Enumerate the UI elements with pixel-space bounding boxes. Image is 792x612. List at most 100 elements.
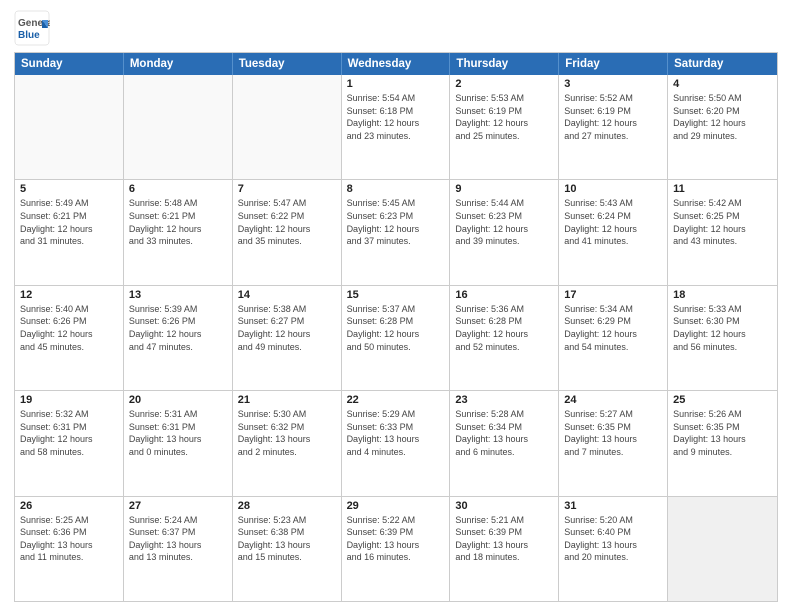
- day-number: 26: [20, 500, 118, 512]
- calendar-cell: [124, 75, 233, 179]
- day-info: Sunrise: 5:21 AM Sunset: 6:39 PM Dayligh…: [455, 514, 553, 564]
- day-info: Sunrise: 5:37 AM Sunset: 6:28 PM Dayligh…: [347, 303, 445, 353]
- calendar-body: 1 Sunrise: 5:54 AM Sunset: 6:18 PM Daylig…: [15, 75, 777, 601]
- logo-icon: General Blue: [14, 10, 50, 46]
- day-number: 3: [564, 78, 662, 90]
- calendar-header-cell: Friday: [559, 53, 668, 75]
- calendar-cell: 16 Sunrise: 5:36 AM Sunset: 6:28 PM Dayli…: [450, 286, 559, 390]
- day-info: Sunrise: 5:43 AM Sunset: 6:24 PM Dayligh…: [564, 197, 662, 247]
- day-info: Sunrise: 5:32 AM Sunset: 6:31 PM Dayligh…: [20, 408, 118, 458]
- day-number: 27: [129, 500, 227, 512]
- day-info: Sunrise: 5:28 AM Sunset: 6:34 PM Dayligh…: [455, 408, 553, 458]
- calendar-cell: 30 Sunrise: 5:21 AM Sunset: 6:39 PM Dayli…: [450, 497, 559, 601]
- day-info: Sunrise: 5:34 AM Sunset: 6:29 PM Dayligh…: [564, 303, 662, 353]
- day-number: 16: [455, 289, 553, 301]
- day-info: Sunrise: 5:36 AM Sunset: 6:28 PM Dayligh…: [455, 303, 553, 353]
- calendar-cell: [668, 497, 777, 601]
- calendar-header-cell: Tuesday: [233, 53, 342, 75]
- calendar-row: 5Sunrise: 5:49 AM Sunset: 6:21 PM Daylig…: [15, 179, 777, 284]
- day-info: Sunrise: 5:47 AM Sunset: 6:22 PM Dayligh…: [238, 197, 336, 247]
- day-info: Sunrise: 5:33 AM Sunset: 6:30 PM Dayligh…: [673, 303, 772, 353]
- day-number: 29: [347, 500, 445, 512]
- day-number: 6: [129, 183, 227, 195]
- calendar-cell: 17 Sunrise: 5:34 AM Sunset: 6:29 PM Dayli…: [559, 286, 668, 390]
- calendar-cell: 8 Sunrise: 5:45 AM Sunset: 6:23 PM Daylig…: [342, 180, 451, 284]
- day-info: Sunrise: 5:29 AM Sunset: 6:33 PM Dayligh…: [347, 408, 445, 458]
- day-number: 1: [347, 78, 445, 90]
- day-number: 25: [673, 394, 772, 406]
- day-info: Sunrise: 5:52 AM Sunset: 6:19 PM Dayligh…: [564, 92, 662, 142]
- day-info: Sunrise: 5:22 AM Sunset: 6:39 PM Dayligh…: [347, 514, 445, 564]
- day-number: 8: [347, 183, 445, 195]
- page: General Blue SundayMondayTuesdayWednesda…: [0, 0, 792, 612]
- calendar-cell: 7Sunrise: 5:47 AM Sunset: 6:22 PM Daylig…: [233, 180, 342, 284]
- day-number: 17: [564, 289, 662, 301]
- day-number: 24: [564, 394, 662, 406]
- day-info: Sunrise: 5:26 AM Sunset: 6:35 PM Dayligh…: [673, 408, 772, 458]
- calendar-cell: 29 Sunrise: 5:22 AM Sunset: 6:39 PM Dayli…: [342, 497, 451, 601]
- day-number: 30: [455, 500, 553, 512]
- calendar-cell: 15 Sunrise: 5:37 AM Sunset: 6:28 PM Dayli…: [342, 286, 451, 390]
- day-number: 20: [129, 394, 227, 406]
- day-number: 4: [673, 78, 772, 90]
- calendar-cell: 4 Sunrise: 5:50 AM Sunset: 6:20 PM Daylig…: [668, 75, 777, 179]
- day-info: Sunrise: 5:53 AM Sunset: 6:19 PM Dayligh…: [455, 92, 553, 142]
- day-number: 10: [564, 183, 662, 195]
- day-info: Sunrise: 5:45 AM Sunset: 6:23 PM Dayligh…: [347, 197, 445, 247]
- calendar-cell: [15, 75, 124, 179]
- day-info: Sunrise: 5:42 AM Sunset: 6:25 PM Dayligh…: [673, 197, 772, 247]
- calendar-cell: 14Sunrise: 5:38 AM Sunset: 6:27 PM Dayli…: [233, 286, 342, 390]
- calendar-header: SundayMondayTuesdayWednesdayThursdayFrid…: [15, 53, 777, 75]
- day-info: Sunrise: 5:49 AM Sunset: 6:21 PM Dayligh…: [20, 197, 118, 247]
- calendar-cell: 19 Sunrise: 5:32 AM Sunset: 6:31 PM Dayli…: [15, 391, 124, 495]
- calendar-cell: 13Sunrise: 5:39 AM Sunset: 6:26 PM Dayli…: [124, 286, 233, 390]
- day-info: Sunrise: 5:48 AM Sunset: 6:21 PM Dayligh…: [129, 197, 227, 247]
- calendar-row: 26 Sunrise: 5:25 AM Sunset: 6:36 PM Dayli…: [15, 496, 777, 601]
- calendar-cell: 18 Sunrise: 5:33 AM Sunset: 6:30 PM Dayli…: [668, 286, 777, 390]
- day-number: 31: [564, 500, 662, 512]
- day-info: Sunrise: 5:50 AM Sunset: 6:20 PM Dayligh…: [673, 92, 772, 142]
- logo: General Blue: [14, 10, 50, 46]
- calendar-row: 1 Sunrise: 5:54 AM Sunset: 6:18 PM Daylig…: [15, 75, 777, 179]
- calendar: SundayMondayTuesdayWednesdayThursdayFrid…: [14, 52, 778, 602]
- day-number: 13: [129, 289, 227, 301]
- day-number: 9: [455, 183, 553, 195]
- day-number: 18: [673, 289, 772, 301]
- calendar-cell: 22Sunrise: 5:29 AM Sunset: 6:33 PM Dayli…: [342, 391, 451, 495]
- calendar-header-cell: Saturday: [668, 53, 777, 75]
- calendar-header-cell: Monday: [124, 53, 233, 75]
- calendar-row: 12Sunrise: 5:40 AM Sunset: 6:26 PM Dayli…: [15, 285, 777, 390]
- day-number: 28: [238, 500, 336, 512]
- calendar-cell: 10 Sunrise: 5:43 AM Sunset: 6:24 PM Dayli…: [559, 180, 668, 284]
- calendar-cell: 2Sunrise: 5:53 AM Sunset: 6:19 PM Daylig…: [450, 75, 559, 179]
- calendar-cell: 26 Sunrise: 5:25 AM Sunset: 6:36 PM Dayli…: [15, 497, 124, 601]
- calendar-header-cell: Wednesday: [342, 53, 451, 75]
- day-info: Sunrise: 5:25 AM Sunset: 6:36 PM Dayligh…: [20, 514, 118, 564]
- calendar-cell: 23 Sunrise: 5:28 AM Sunset: 6:34 PM Dayli…: [450, 391, 559, 495]
- day-info: Sunrise: 5:54 AM Sunset: 6:18 PM Dayligh…: [347, 92, 445, 142]
- calendar-cell: 1 Sunrise: 5:54 AM Sunset: 6:18 PM Daylig…: [342, 75, 451, 179]
- day-info: Sunrise: 5:38 AM Sunset: 6:27 PM Dayligh…: [238, 303, 336, 353]
- calendar-cell: [233, 75, 342, 179]
- calendar-cell: 11Sunrise: 5:42 AM Sunset: 6:25 PM Dayli…: [668, 180, 777, 284]
- calendar-cell: 21 Sunrise: 5:30 AM Sunset: 6:32 PM Dayli…: [233, 391, 342, 495]
- calendar-cell: 24Sunrise: 5:27 AM Sunset: 6:35 PM Dayli…: [559, 391, 668, 495]
- day-number: 15: [347, 289, 445, 301]
- svg-text:Blue: Blue: [18, 30, 40, 41]
- calendar-cell: 27Sunrise: 5:24 AM Sunset: 6:37 PM Dayli…: [124, 497, 233, 601]
- day-number: 12: [20, 289, 118, 301]
- calendar-cell: 12Sunrise: 5:40 AM Sunset: 6:26 PM Dayli…: [15, 286, 124, 390]
- day-info: Sunrise: 5:30 AM Sunset: 6:32 PM Dayligh…: [238, 408, 336, 458]
- day-info: Sunrise: 5:20 AM Sunset: 6:40 PM Dayligh…: [564, 514, 662, 564]
- day-number: 19: [20, 394, 118, 406]
- calendar-header-cell: Sunday: [15, 53, 124, 75]
- calendar-cell: 31 Sunrise: 5:20 AM Sunset: 6:40 PM Dayli…: [559, 497, 668, 601]
- calendar-cell: 3 Sunrise: 5:52 AM Sunset: 6:19 PM Daylig…: [559, 75, 668, 179]
- calendar-cell: 20Sunrise: 5:31 AM Sunset: 6:31 PM Dayli…: [124, 391, 233, 495]
- calendar-cell: 6 Sunrise: 5:48 AM Sunset: 6:21 PM Daylig…: [124, 180, 233, 284]
- day-number: 21: [238, 394, 336, 406]
- day-info: Sunrise: 5:44 AM Sunset: 6:23 PM Dayligh…: [455, 197, 553, 247]
- calendar-cell: 9 Sunrise: 5:44 AM Sunset: 6:23 PM Daylig…: [450, 180, 559, 284]
- day-number: 23: [455, 394, 553, 406]
- header: General Blue: [14, 10, 778, 46]
